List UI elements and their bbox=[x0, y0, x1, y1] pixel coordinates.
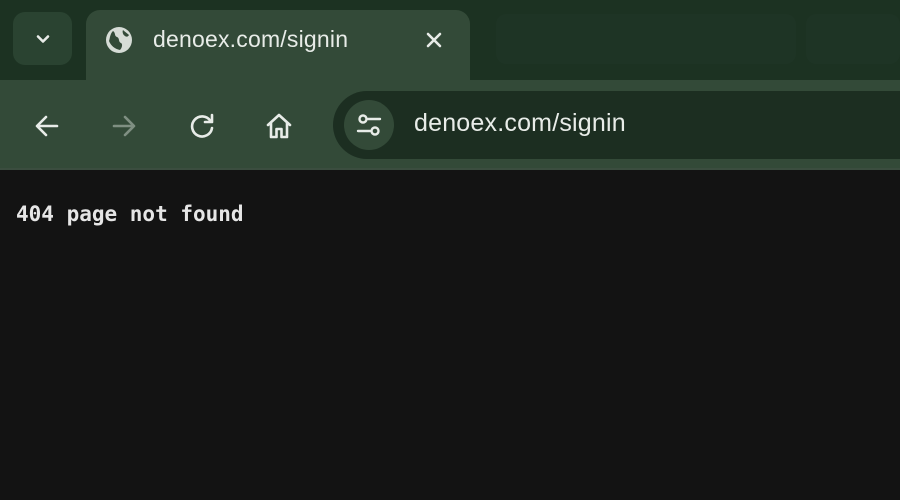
tab-title: denoex.com/signin bbox=[153, 26, 349, 52]
chevron-down-icon bbox=[33, 29, 53, 49]
toolbar: denoex.com/signin bbox=[0, 80, 900, 170]
reload-icon bbox=[187, 111, 217, 141]
home-icon bbox=[264, 111, 294, 141]
arrow-left-icon bbox=[32, 111, 62, 141]
address-bar[interactable]: denoex.com/signin bbox=[333, 91, 900, 159]
forward-button[interactable] bbox=[100, 102, 148, 150]
tab-search-button[interactable] bbox=[13, 12, 72, 65]
globe-icon bbox=[104, 25, 134, 55]
close-icon[interactable] bbox=[420, 26, 448, 54]
home-button[interactable] bbox=[255, 102, 303, 150]
tab-strip: denoex.com/signin bbox=[0, 0, 900, 90]
reload-button[interactable] bbox=[178, 102, 226, 150]
arrow-right-icon bbox=[109, 111, 139, 141]
tab-inactive[interactable] bbox=[496, 14, 796, 64]
browser-window: denoex.com/signin denoex.com/signin 404 … bbox=[0, 0, 900, 500]
tab-active[interactable]: denoex.com/signin bbox=[86, 10, 470, 90]
back-button[interactable] bbox=[23, 102, 71, 150]
url-text[interactable]: denoex.com/signin bbox=[414, 109, 626, 138]
tune-icon bbox=[354, 110, 384, 140]
tab-inactive[interactable] bbox=[806, 14, 900, 64]
site-info-button[interactable] bbox=[344, 100, 394, 150]
page-content: 404 page not found bbox=[0, 172, 900, 500]
error-message: 404 page not found bbox=[16, 202, 244, 226]
